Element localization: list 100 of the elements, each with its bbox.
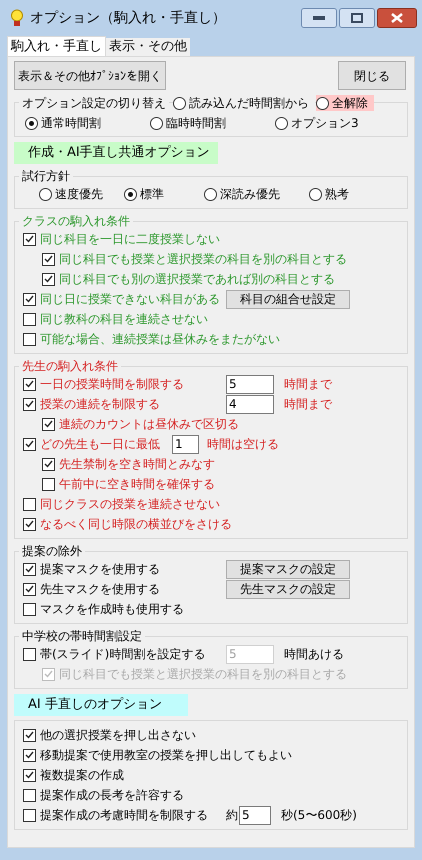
radio-button[interactable] <box>316 96 329 110</box>
checkbox[interactable] <box>23 768 36 782</box>
unit-label: 時間あける <box>284 646 344 662</box>
radio-label: 深読み優先 <box>220 186 280 202</box>
option-label: 同じクラスの授業を連続させない <box>40 496 220 512</box>
option-label: 提案作成の長考を許容する <box>40 787 184 803</box>
checkbox[interactable] <box>23 332 36 346</box>
checkbox[interactable] <box>23 292 36 306</box>
radio-label: 標準 <box>140 186 164 202</box>
checkbox[interactable] <box>23 808 36 822</box>
option-label: 帯(スライド)時間割を設定する <box>40 646 206 662</box>
check-icon <box>44 670 53 678</box>
checkbox[interactable] <box>42 478 55 490</box>
unit-label: 秒(5〜600秒) <box>281 807 357 823</box>
radio-label: 読み込んだ時間割から <box>189 95 309 111</box>
window-title: オプション（駒入れ・手直し） <box>30 10 226 26</box>
check-icon <box>25 771 34 779</box>
option-label: 移動提案で使用教室の授業を押し出してもよい <box>40 747 292 763</box>
option-label: 他の選択授業を押し出さない <box>40 727 196 743</box>
group-title: 試行方針 <box>21 168 71 184</box>
checkbox[interactable] <box>23 312 36 326</box>
checkbox[interactable] <box>42 252 55 266</box>
section-header: AI 手直しのオプション <box>14 694 188 716</box>
prefix-label: 約 <box>226 807 238 823</box>
number-field[interactable]: 5 <box>226 374 274 394</box>
number-field[interactable]: 4 <box>226 394 274 414</box>
group-title: オプション設定の切り替え <box>19 95 169 111</box>
check-icon <box>25 380 34 388</box>
radio-label: 全解除 <box>332 95 368 111</box>
radio-button[interactable] <box>25 116 38 130</box>
radio-button[interactable] <box>173 96 186 110</box>
option-label: 同じ科目でも別の選択授業であれば別の科目とする <box>59 271 335 287</box>
close-dialog-button[interactable]: 閉じる <box>338 61 406 90</box>
check-icon <box>25 731 34 739</box>
checkbox[interactable] <box>23 378 36 390</box>
check-icon <box>44 255 53 263</box>
checkbox[interactable] <box>23 518 36 530</box>
checkbox[interactable] <box>23 562 36 576</box>
group-title: 先生の駒入れ条件 <box>21 358 119 374</box>
checkbox[interactable] <box>23 498 36 510</box>
maximize-button[interactable] <box>339 8 375 28</box>
group-title: 提案の除外 <box>21 543 83 559</box>
radio-button[interactable] <box>150 116 163 130</box>
option-label: 授業の連続を制限する <box>40 396 160 412</box>
unit-label: 時間まで <box>284 376 332 392</box>
number-field[interactable]: 5 <box>239 806 271 824</box>
minimize-button[interactable] <box>301 8 337 28</box>
option-label: マスクを作成時も使用する <box>40 601 184 617</box>
check-icon <box>25 295 34 303</box>
radio-label: 通常時間割 <box>41 115 101 131</box>
check-icon <box>25 440 34 448</box>
checkbox[interactable] <box>23 728 36 742</box>
option-label: なるべく同じ時限の横並びをさける <box>40 516 232 532</box>
option-label: 連続のカウントは昼休みで区切る <box>59 416 239 432</box>
check-icon <box>44 275 53 283</box>
checkbox[interactable] <box>23 602 36 616</box>
tab[interactable]: 駒入れ・手直し <box>7 36 106 56</box>
check-icon <box>25 565 34 573</box>
tab[interactable]: 表示・その他 <box>106 38 190 56</box>
number-field[interactable]: 1 <box>172 434 199 454</box>
checkbox[interactable] <box>23 398 36 410</box>
checkbox[interactable] <box>23 582 36 596</box>
maximize-icon <box>351 13 363 23</box>
checkbox[interactable] <box>23 438 36 450</box>
checkbox[interactable] <box>42 272 55 286</box>
option-label: どの先生も一日に最低 <box>40 436 160 452</box>
radio-button[interactable] <box>204 188 217 200</box>
close-button[interactable] <box>377 8 417 28</box>
settings-button[interactable]: 提案マスクの設定 <box>226 560 350 578</box>
check-icon <box>44 420 53 428</box>
checkbox[interactable] <box>23 748 36 762</box>
unit-label: 時間まで <box>284 396 332 412</box>
radio-button[interactable] <box>275 116 288 130</box>
option-label: 複数提案の作成 <box>40 767 124 783</box>
checkbox[interactable] <box>42 418 55 430</box>
unit-label: 時間は空ける <box>207 436 279 452</box>
check-icon <box>25 751 34 759</box>
option-label: 先生マスクを使用する <box>40 581 160 597</box>
settings-button[interactable]: 先生マスクの設定 <box>226 580 350 598</box>
section-header: 作成・AI手直し共通オプション <box>14 142 218 164</box>
checkbox[interactable] <box>23 648 36 660</box>
check-icon <box>25 400 34 408</box>
checkbox[interactable] <box>23 232 36 246</box>
group-title: クラスの駒入れ条件 <box>21 213 131 229</box>
open-options-button[interactable]: 表示＆その他ｵﾌﾟｼｮﾝを開く <box>14 61 166 90</box>
option-label: 同じ科目でも授業と選択授業の科目を別の科目とする <box>59 666 347 682</box>
radio-label: 速度優先 <box>55 186 103 202</box>
radio-button[interactable] <box>39 188 52 200</box>
option-label: 先生禁制を空き時間とみなす <box>59 456 215 472</box>
radio-button[interactable] <box>124 188 137 200</box>
option-label: 同じ日に授業できない科目がある <box>40 291 220 307</box>
check-icon <box>25 585 34 593</box>
radio-label: オプション3 <box>291 115 359 131</box>
checkbox[interactable] <box>42 458 55 470</box>
check-icon <box>25 520 34 528</box>
option-label: 可能な場合、連続授業は昼休みをまたがない <box>40 331 280 347</box>
radio-button[interactable] <box>309 188 322 200</box>
settings-button[interactable]: 科目の組合せ設定 <box>226 290 350 308</box>
checkbox[interactable] <box>23 788 36 802</box>
option-label: 提案作成の考慮時間を制限する <box>40 807 208 823</box>
